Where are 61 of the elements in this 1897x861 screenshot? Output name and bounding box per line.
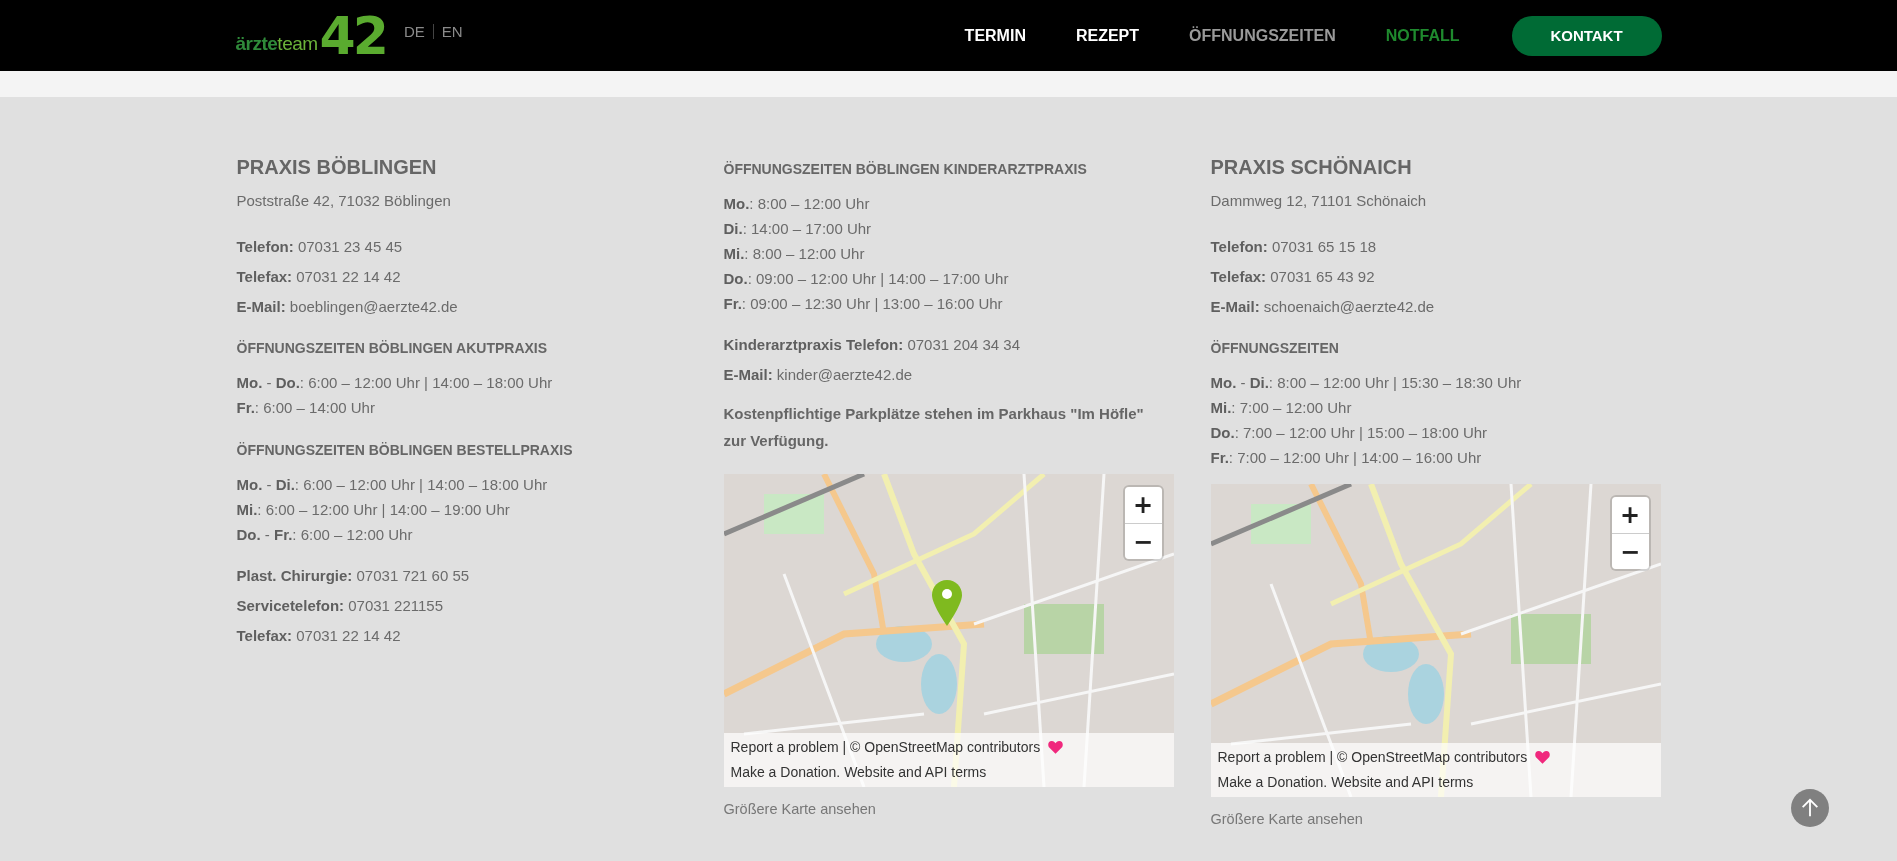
- address-text: Dammweg 12, 71101 Schönaich: [1210, 191, 1427, 211]
- hours-line: Mi.: 6:00 – 12:00 Uhr | 14:00 – 19:00 Uhr: [236, 500, 511, 520]
- contact-line: Telefon: 07031 23 45 45: [236, 237, 404, 257]
- zoom-in-button[interactable]: +: [1124, 487, 1162, 523]
- contact-line: Telefon: 07031 65 15 18: [1210, 237, 1378, 257]
- hours-line: Do.: 7:00 – 12:00 Uhr | 15:00 – 18:00 Uhr: [1210, 423, 1489, 443]
- hours-line: Fr.: 7:00 – 12:00 Uhr | 14:00 – 16:00 Uhr: [1210, 448, 1483, 468]
- map-frame[interactable]: + − Report a problem | © OpenStreetMap contributors Make a Donation. Website and API terms: [1210, 484, 1661, 797]
- hours-line: Fr.: 6:00 – 14:00 Uhr: [236, 398, 376, 418]
- terms-link[interactable]: Website and API terms: [1331, 774, 1474, 790]
- language-link[interactable]: DE: [404, 23, 425, 40]
- arrow-up-icon: [1799, 797, 1821, 819]
- section-heading: ÖFFNUNGSZEITEN BÖBLINGEN BESTELLPRAXIS: [236, 441, 573, 460]
- contact-line: Telefax: 07031 65 43 92: [1210, 267, 1376, 287]
- contact-line: Plast. Chirurgie: 07031 721 60 55: [236, 566, 470, 586]
- contact-line: Telefax: 07031 22 14 42: [236, 626, 402, 646]
- zoom-in-button[interactable]: +: [1611, 497, 1649, 533]
- nav-link[interactable]: NOTFALL: [1385, 26, 1460, 45]
- nav-link[interactable]: REZEPT: [1075, 26, 1140, 45]
- scroll-top-button[interactable]: [1791, 789, 1829, 827]
- hours-line: Do.: 09:00 – 12:00 Uhr | 14:00 – 17:00 Uhr: [723, 269, 1009, 289]
- section-heading: ÖFFNUNGSZEITEN: [1210, 339, 1339, 358]
- contact-line: Telefax: 07031 22 14 42: [236, 267, 402, 287]
- contact-line: E-Mail: boeblingen@aerzte42.de: [236, 297, 458, 317]
- hours-line: Do. - Fr.: 6:00 – 12:00 Uhr: [236, 525, 414, 545]
- contact-button[interactable]: KONTAKT: [1511, 15, 1662, 56]
- hours-line: Di.: 14:00 – 17:00 Uhr: [723, 219, 873, 239]
- logo[interactable]: ärzteteam 42: [235, 13, 386, 58]
- attribution-text: | © OpenStreetMap contributors: [1329, 749, 1528, 765]
- address-text: Poststraße 42, 71032 Böblingen: [236, 191, 451, 211]
- hours-line: Mo. - Di.: 6:00 – 12:00 Uhr | 14:00 – 18:00 Uhr: [236, 475, 548, 495]
- section-heading: ÖFFNUNGSZEITEN BÖBLINGEN AKUTPRAXIS: [236, 339, 548, 358]
- donation-link[interactable]: Make a Donation.: [1217, 774, 1328, 790]
- practice-title: PRAXIS BÖBLINGEN: [236, 155, 437, 180]
- nav-link[interactable]: TERMIN: [964, 26, 1026, 45]
- hours-line: Mi.: 8:00 – 12:00 Uhr: [723, 244, 866, 264]
- attribution-text: | © OpenStreetMap contributors: [842, 739, 1041, 755]
- report-link[interactable]: Report a problem: [1217, 749, 1326, 765]
- map-frame[interactable]: + − Report a problem | © OpenStreetMap contributors Make a Donation. Website and API terms: [723, 474, 1174, 787]
- heart-icon: [1535, 750, 1551, 764]
- donation-link[interactable]: Make a Donation.: [730, 764, 841, 780]
- contact-line: E-Mail: schoenaich@aerzte42.de: [1210, 297, 1435, 317]
- hours-line: Fr.: 09:00 – 12:30 Uhr | 13:00 – 16:00 Uhr: [723, 294, 1004, 314]
- parking-note: Kostenpflichtige Parkplätze stehen im Parkhaus "Im Höfle" zur Verfügung.: [723, 404, 1145, 451]
- heart-icon: [1048, 740, 1064, 754]
- contact-line: E-Mail: kinder@aerzte42.de: [723, 365, 914, 385]
- practice-title: PRAXIS SCHÖNAICH: [1210, 155, 1412, 180]
- hours-line: Mo. - Di.: 8:00 – 12:00 Uhr | 15:30 – 18:30 Uhr: [1210, 373, 1522, 393]
- hours-line: Mi.: 7:00 – 12:00 Uhr: [1210, 398, 1353, 418]
- map-pin-icon[interactable]: [931, 580, 962, 626]
- terms-link[interactable]: Website and API terms: [844, 764, 987, 780]
- hours-line: Mo.: 8:00 – 12:00 Uhr: [723, 194, 871, 214]
- language-link[interactable]: EN: [441, 23, 463, 40]
- zoom-out-button[interactable]: −: [1611, 533, 1649, 569]
- report-link[interactable]: Report a problem: [730, 739, 839, 755]
- contact-line: Servicetelefon: 07031 221155: [236, 596, 445, 616]
- zoom-out-button[interactable]: −: [1124, 523, 1162, 559]
- contact-line: Kinderarztpraxis Telefon: 07031 204 34 34: [723, 335, 1021, 355]
- hours-line: Mo. - Do.: 6:00 – 12:00 Uhr | 14:00 – 18:00 Uhr: [236, 373, 553, 393]
- section-heading: ÖFFNUNGSZEITEN BÖBLINGEN KINDERARZTPRAXIS: [723, 160, 1087, 179]
- nav-link[interactable]: ÖFFNUNGSZEITEN: [1189, 26, 1336, 45]
